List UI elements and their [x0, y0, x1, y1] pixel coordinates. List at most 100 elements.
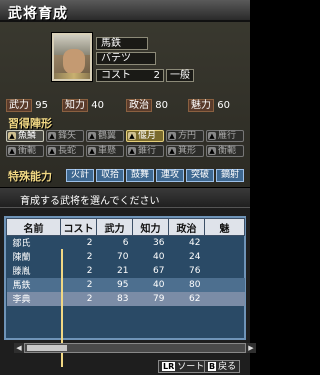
stat-cha: 魅力 60	[188, 99, 230, 112]
cell-int: 40	[153, 251, 165, 262]
officer-name: 馬鉄	[96, 37, 148, 50]
cell-cost: 2	[86, 265, 93, 276]
skill-badge: 連攻	[156, 169, 184, 182]
cell-cha	[204, 277, 245, 292]
b-key-icon: B	[208, 362, 217, 371]
cell-pol: 42	[189, 237, 201, 248]
cell-cha	[205, 264, 245, 278]
cost-value: 2	[153, 70, 160, 81]
officer-stats: 武力 95 知力 40 政治 80 魅力 60	[6, 99, 246, 113]
formation-icon: ▲	[88, 147, 96, 155]
col-war-header[interactable]: 武力	[96, 218, 133, 236]
cell-pol: 24	[189, 251, 201, 262]
col-name-header[interactable]: 名前	[6, 218, 61, 236]
selection-prompt: 育成する武将を選んでください	[0, 188, 250, 208]
cell-war: 6	[122, 237, 129, 248]
bottom-screen: 育成する武将を選んでください 名前 コスト 武力 知力 政治 魅 鄒氏 2 6	[0, 188, 256, 375]
cell-int: 36	[153, 237, 165, 248]
cell-war: 21	[117, 265, 129, 276]
stat-pol: 政治 80	[126, 99, 168, 112]
back-label: 戻る	[218, 362, 237, 372]
col-cost-header[interactable]: コスト	[60, 218, 97, 236]
formation-icon: ▲	[168, 147, 176, 155]
lr-key-icon: LR	[162, 362, 176, 371]
formation-chip[interactable]: ▲ 方円	[166, 130, 204, 142]
formation-label: 衡軛	[218, 146, 237, 156]
screen-title: 武将育成	[0, 0, 250, 22]
formation-chip[interactable]: ▲ 鶴翼	[86, 130, 124, 142]
cell-war: 70	[117, 251, 129, 262]
stat-label: 知力	[62, 99, 88, 112]
table-row[interactable]: 陳蘭 2 70 40 24	[7, 250, 245, 264]
formation-icon: ▲	[8, 147, 16, 155]
scroll-left-icon[interactable]: ◀	[14, 343, 24, 353]
formation-icon: ▲	[48, 132, 56, 140]
scroll-thumb[interactable]	[27, 345, 67, 351]
sort-label: ソート	[177, 362, 205, 372]
skills-heading: 特殊能力	[8, 170, 52, 183]
cell-name: 鄒氏	[12, 239, 31, 250]
formation-chip[interactable]: ▲ 衡軛	[206, 145, 244, 157]
formation-label: 箕形	[178, 146, 197, 156]
formation-label: 錐行	[138, 146, 157, 156]
officer-rank: 一般	[166, 69, 194, 82]
col-cha-header[interactable]: 魅	[204, 218, 245, 236]
skill-badge: 火計	[66, 169, 94, 182]
formation-chip[interactable]: ▲ 車懸	[86, 145, 124, 157]
table-row[interactable]: 李典 2 83 79 62	[6, 291, 245, 306]
col-int-header[interactable]: 知力	[132, 218, 169, 236]
officer-table: 名前 コスト 武力 知力 政治 魅 鄒氏 2 6 36 42 陳蘭 2 70 4…	[4, 216, 246, 367]
cell-name: 滕胤	[12, 267, 31, 277]
formation-chip[interactable]: ▲ 魚鱗	[6, 130, 44, 142]
table-row[interactable]: 滕胤 2 21 67 76	[7, 264, 245, 278]
formation-icon: ▲	[208, 147, 216, 155]
formation-label: 衝軛	[18, 146, 37, 156]
formation-chip[interactable]: ▲ 長蛇	[46, 145, 84, 157]
formation-chip[interactable]: ▲ 錐行	[126, 145, 164, 157]
stat-value: 95	[35, 100, 48, 111]
table-header: 名前 コスト 武力 知力 政治 魅	[6, 218, 245, 236]
cell-int: 79	[132, 291, 169, 306]
back-button[interactable]: B 戻る	[204, 360, 241, 373]
cell-int: 67	[153, 265, 165, 276]
stat-int: 知力 40	[62, 99, 104, 112]
cell-cost: 2	[60, 277, 97, 292]
sort-button[interactable]: LR ソート	[158, 360, 209, 373]
officer-cost-row: コスト 2 一般	[96, 69, 194, 82]
col-pol-header[interactable]: 政治	[168, 218, 205, 236]
cell-cost: 2	[86, 251, 93, 262]
formation-icon: ▲	[168, 132, 176, 140]
cell-cha	[205, 236, 245, 250]
formation-chip[interactable]: ▲ 鋒矢	[46, 130, 84, 142]
formation-chip[interactable]: ▲ 偃月	[126, 130, 164, 142]
formation-label: 偃月	[138, 131, 157, 141]
scroll-right-icon[interactable]: ▶	[246, 343, 256, 353]
skill-badge: 鼓舞	[126, 169, 154, 182]
stat-value: 40	[91, 100, 104, 111]
table-row[interactable]: 鄒氏 2 6 36 42	[7, 236, 245, 250]
formation-icon: ▲	[128, 147, 136, 155]
formation-label: 車懸	[98, 146, 117, 156]
formation-chip[interactable]: ▲ 箕形	[166, 145, 204, 157]
skill-badge: 鏑射	[216, 169, 244, 182]
stat-label: 魅力	[188, 99, 214, 112]
formation-icon: ▲	[128, 132, 136, 140]
cell-name: 馬鉄	[6, 277, 61, 292]
portrait-armor	[54, 73, 90, 79]
cell-cost: 2	[60, 291, 97, 306]
horizontal-scrollbar[interactable]: ◀ ▶	[14, 343, 256, 353]
table-row[interactable]: 馬鉄 2 95 40 80	[6, 277, 245, 292]
formation-label: 鋒矢	[58, 131, 77, 141]
officer-reading: バテツ	[96, 52, 156, 65]
formation-chip[interactable]: ▲ 雁行	[206, 130, 244, 142]
formation-chip[interactable]: ▲ 衝軛	[6, 145, 44, 157]
formation-label: 雁行	[218, 131, 237, 141]
cell-war: 83	[96, 291, 133, 306]
cell-cost: 2	[86, 237, 93, 248]
officer-portrait	[51, 32, 93, 82]
cell-name: 李典	[6, 291, 61, 306]
cell-cha	[204, 291, 245, 306]
formation-label: 魚鱗	[18, 131, 37, 141]
skill-badge: 収拾	[96, 169, 124, 182]
stat-value: 80	[155, 100, 168, 111]
